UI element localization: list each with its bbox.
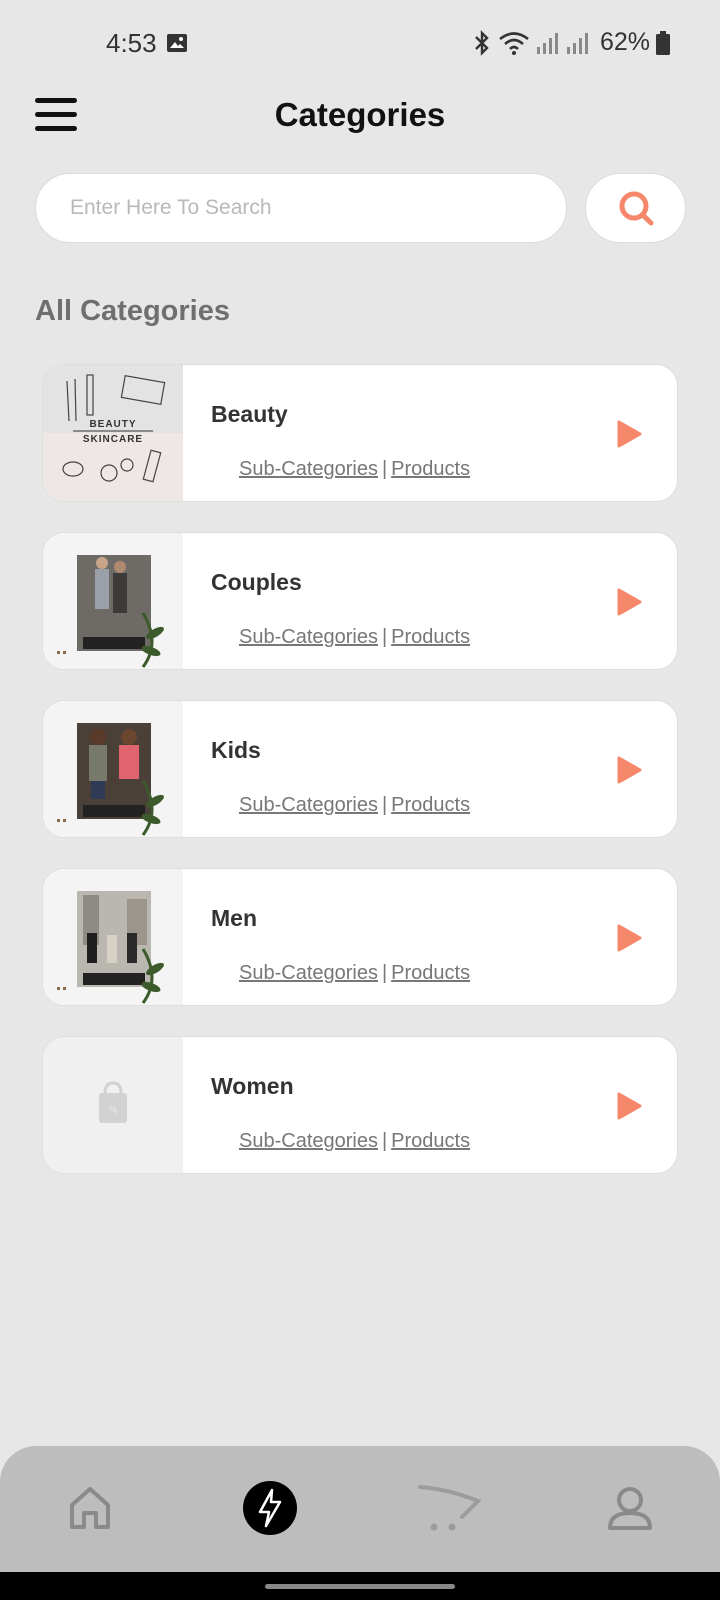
category-links: Sub-Categories | Products xyxy=(239,626,470,649)
signal-icon xyxy=(536,32,558,54)
link-separator: | xyxy=(381,626,388,648)
play-arrow-icon[interactable] xyxy=(615,923,643,953)
shopping-bag-icon: % xyxy=(99,1081,127,1123)
link-separator: | xyxy=(381,458,388,480)
nav-deals[interactable] xyxy=(230,1468,310,1548)
products-link[interactable]: Products xyxy=(391,458,470,480)
category-name: Beauty xyxy=(211,401,288,427)
category-thumbnail xyxy=(43,869,183,1005)
category-card-couples[interactable]: Couples Sub-Categories | Products xyxy=(42,532,678,670)
thumb-text-skincare: SKINCARE xyxy=(83,434,143,445)
sub-categories-link[interactable]: Sub-Categories xyxy=(239,794,378,816)
products-link[interactable]: Products xyxy=(391,1130,470,1152)
category-thumbnail: % xyxy=(43,1037,183,1173)
sub-categories-link[interactable]: Sub-Categories xyxy=(239,962,378,984)
category-thumbnail xyxy=(43,533,183,669)
search-button[interactable] xyxy=(585,173,686,243)
wifi-icon xyxy=(499,31,529,55)
nav-cart[interactable] xyxy=(410,1468,490,1548)
system-gesture-bar xyxy=(0,1572,720,1600)
category-links: Sub-Categories | Products xyxy=(239,794,470,817)
link-separator: | xyxy=(381,962,388,984)
search-icon xyxy=(619,191,653,226)
link-separator: | xyxy=(381,1130,388,1152)
category-name: Women xyxy=(211,1073,294,1099)
category-card-kids[interactable]: Kids Sub-Categories | Products xyxy=(42,700,678,838)
category-thumbnail: BEAUTY SKINCARE xyxy=(43,365,183,501)
category-card-women[interactable]: % Women Sub-Categories | Products xyxy=(42,1036,678,1174)
sub-categories-link[interactable]: Sub-Categories xyxy=(239,458,378,480)
category-name: Kids xyxy=(211,737,261,763)
home-icon xyxy=(70,1487,110,1529)
category-links: Sub-Categories | Products xyxy=(239,1130,470,1153)
nav-profile[interactable] xyxy=(590,1468,670,1548)
battery-percent: 62% xyxy=(599,28,650,56)
category-thumbnail xyxy=(43,701,183,837)
category-name: Couples xyxy=(211,569,302,595)
section-title: All Categories xyxy=(35,295,230,327)
category-name: Men xyxy=(211,905,257,931)
flash-icon xyxy=(243,1481,297,1535)
thumb-text-beauty: BEAUTY xyxy=(89,419,136,430)
sub-categories-link[interactable]: Sub-Categories xyxy=(239,626,378,648)
products-link[interactable]: Products xyxy=(391,626,470,648)
nav-home[interactable] xyxy=(50,1468,130,1548)
play-arrow-icon[interactable] xyxy=(615,1091,643,1121)
products-link[interactable]: Products xyxy=(391,794,470,816)
play-arrow-icon[interactable] xyxy=(615,587,643,617)
play-arrow-icon[interactable] xyxy=(615,419,643,449)
category-list: BEAUTY SKINCARE Beauty Sub-Categories | Pr… xyxy=(42,364,678,1204)
category-links: Sub-Categories | Products xyxy=(239,458,470,481)
svg-text:%: % xyxy=(109,1105,118,1116)
status-bar: 4:53 62% xyxy=(0,0,720,90)
category-card-men[interactable]: Men Sub-Categories | Products xyxy=(42,868,678,1006)
cart-icon xyxy=(418,1485,482,1531)
search-input[interactable] xyxy=(35,173,567,243)
category-card-beauty[interactable]: BEAUTY SKINCARE Beauty Sub-Categories | Pr… xyxy=(42,364,678,502)
sub-categories-link[interactable]: Sub-Categories xyxy=(239,1130,378,1152)
bottom-navigation xyxy=(0,1446,720,1572)
page-title: Categories xyxy=(274,96,446,133)
home-gesture-handle[interactable] xyxy=(265,1584,455,1589)
signal-icon-2 xyxy=(566,32,588,54)
bluetooth-icon xyxy=(475,29,489,56)
status-time: 4:53 xyxy=(106,28,157,58)
category-links: Sub-Categories | Products xyxy=(239,962,470,985)
link-separator: | xyxy=(381,794,388,816)
battery-icon xyxy=(656,30,670,55)
status-icons: 62% xyxy=(472,28,670,57)
gallery-icon xyxy=(167,34,187,52)
play-arrow-icon[interactable] xyxy=(615,755,643,785)
profile-icon xyxy=(608,1487,652,1530)
products-link[interactable]: Products xyxy=(391,962,470,984)
